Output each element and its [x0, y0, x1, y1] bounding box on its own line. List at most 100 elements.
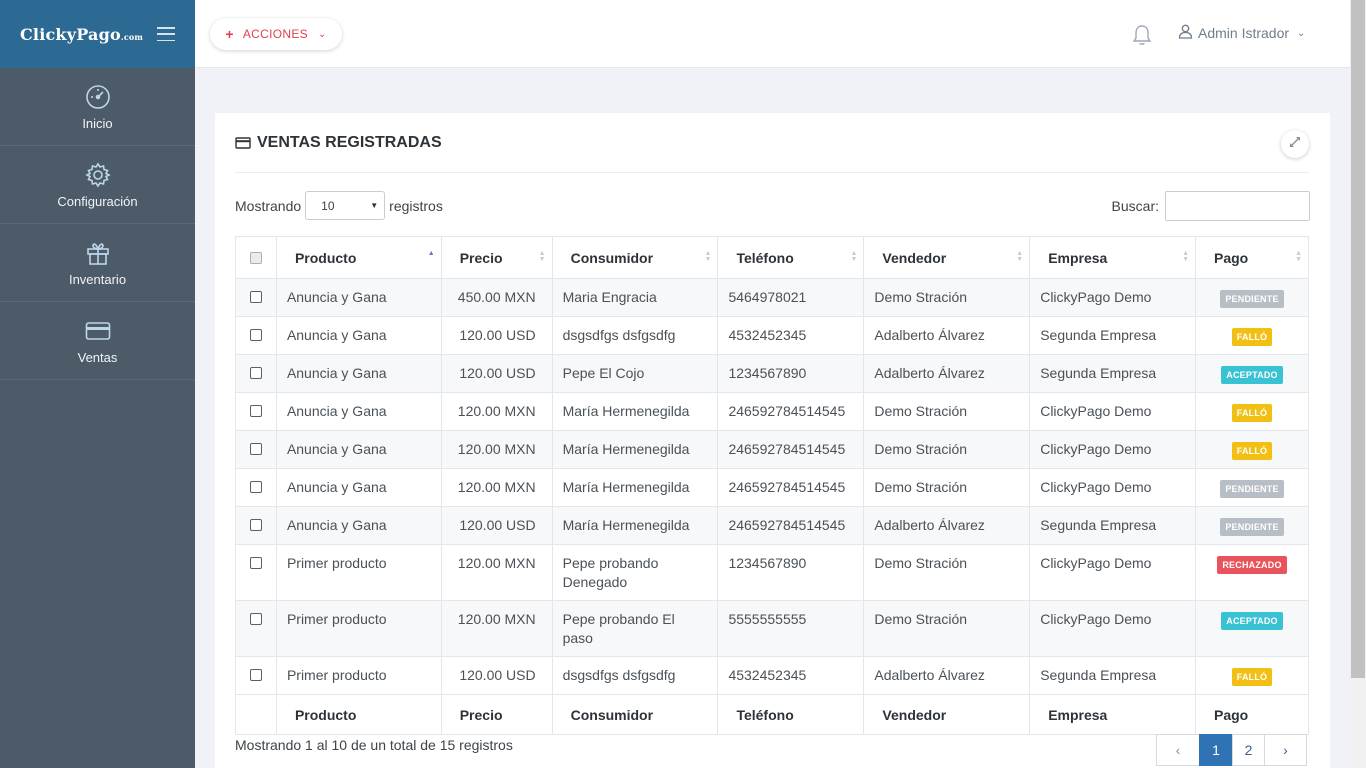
- plus-icon: +: [225, 26, 234, 42]
- cell-consumidor: dsgsdfgs dsfgsdfg: [551, 316, 719, 355]
- cell-consumidor: Pepe El Cojo: [551, 354, 719, 393]
- cell-empresa: Segunda Empresa: [1029, 354, 1196, 393]
- row-select-cell[interactable]: [235, 544, 277, 601]
- sidebar-item-label: Inventario: [68, 272, 127, 287]
- sort-icon: ▲ ▼: [1016, 250, 1024, 263]
- select-all-checkbox[interactable]: [249, 251, 262, 264]
- cell-precio: 120.00 MXN: [440, 600, 553, 657]
- user-icon: [1178, 24, 1193, 42]
- row-checkbox[interactable]: [249, 367, 262, 379]
- cell-precio: 120.00 USD: [440, 656, 553, 695]
- column-header-consumidor[interactable]: Consumidor ▲ ▼: [551, 236, 719, 279]
- expand-button[interactable]: [1281, 130, 1309, 158]
- table-row[interactable]: Anuncia y Gana 120.00 MXN María Hermenegil…: [235, 468, 1309, 507]
- row-checkbox[interactable]: [249, 291, 262, 303]
- row-checkbox[interactable]: [249, 405, 262, 417]
- table-row[interactable]: Anuncia y Gana 120.00 USD María Hermenegil…: [235, 506, 1309, 545]
- table-body: Anuncia y Gana 450.00 MXN Maria Engracia 54…: [235, 278, 1309, 695]
- status-badge: ACEPTADO: [1221, 612, 1283, 630]
- row-select-cell[interactable]: [235, 392, 277, 431]
- status-badge: ACEPTADO: [1221, 366, 1283, 384]
- bell-icon[interactable]: [1132, 24, 1154, 48]
- sort-icon: ▲ ▼: [704, 250, 712, 263]
- cell-consumidor: María Hermenegilda: [551, 506, 719, 545]
- user-name: Admin Istrador: [1198, 25, 1290, 41]
- table-row[interactable]: Primer producto 120.00 MXN Pepe probando E…: [235, 600, 1309, 657]
- table-row[interactable]: Anuncia y Gana 120.00 USD dsgsdfgs dsfgsdf…: [235, 316, 1309, 355]
- footer-header-vendedor: Vendedor: [863, 694, 1031, 735]
- pagination-page-2[interactable]: 2: [1232, 734, 1265, 766]
- row-select-cell[interactable]: [235, 468, 277, 507]
- row-checkbox[interactable]: [249, 613, 262, 625]
- page-title: VENTAS REGISTRADAS: [235, 134, 442, 152]
- cell-producto: Anuncia y Gana: [275, 392, 442, 431]
- row-select-cell[interactable]: [235, 354, 277, 393]
- row-checkbox[interactable]: [249, 481, 262, 493]
- brand-logo[interactable]: ClickyPago.com: [20, 25, 143, 44]
- row-select-cell[interactable]: [235, 430, 277, 469]
- table-row[interactable]: Primer producto 120.00 USD dsgsdfgs dsfgsd…: [235, 656, 1309, 695]
- select-all-cell[interactable]: [235, 236, 277, 279]
- cell-consumidor: Maria Engracia: [551, 278, 719, 317]
- table-header-row: Producto ▲ Precio ▲ ▼ Consumidor ▲ ▼ Teléfono…: [235, 236, 1309, 279]
- row-checkbox[interactable]: [249, 557, 262, 569]
- cell-vendedor: Adalberto Álvarez: [863, 354, 1031, 393]
- cell-pago: FALLÓ: [1195, 392, 1309, 431]
- table-row[interactable]: Anuncia y Gana 120.00 MXN María Hermenegil…: [235, 392, 1309, 431]
- status-badge: PENDIENTE: [1220, 518, 1284, 536]
- page-length-select[interactable]: 10 ▼: [305, 191, 386, 220]
- row-select-cell[interactable]: [235, 506, 277, 545]
- cell-vendedor: Adalberto Álvarez: [863, 656, 1031, 695]
- table-row[interactable]: Anuncia y Gana 120.00 MXN María Hermenegil…: [235, 430, 1309, 469]
- cell-telefono: 1234567890: [717, 354, 865, 393]
- sidebar-item-inventario[interactable]: Inventario: [0, 224, 195, 302]
- cell-precio: 120.00 MXN: [440, 468, 553, 507]
- status-badge: FALLÓ: [1231, 668, 1273, 686]
- row-checkbox[interactable]: [249, 669, 262, 681]
- status-badge: FALLÓ: [1231, 328, 1273, 346]
- column-header-precio[interactable]: Precio ▲ ▼: [440, 236, 553, 279]
- table-row[interactable]: Primer producto 120.00 MXN Pepe probando D…: [235, 544, 1309, 601]
- search-input[interactable]: [1165, 191, 1310, 221]
- column-header-vendedor[interactable]: Vendedor ▲ ▼: [863, 236, 1031, 279]
- page-scrollbar[interactable]: [1350, 0, 1366, 768]
- table-row[interactable]: Anuncia y Gana 450.00 MXN Maria Engracia 54…: [235, 278, 1309, 317]
- user-menu[interactable]: Admin Istrador ⌄: [1178, 24, 1305, 42]
- footer-header-precio: Precio: [440, 694, 553, 735]
- footer-header-consumidor: Consumidor: [551, 694, 719, 735]
- column-header-telefono[interactable]: Teléfono ▲ ▼: [717, 236, 865, 279]
- row-checkbox[interactable]: [249, 329, 262, 341]
- row-select-cell[interactable]: [235, 316, 277, 355]
- sidebar-item-configuracion[interactable]: Configuración: [0, 146, 195, 224]
- cell-precio: 120.00 MXN: [440, 392, 553, 431]
- row-checkbox[interactable]: [249, 443, 262, 455]
- show-suffix: registros: [389, 197, 443, 214]
- search-label: Buscar:: [1111, 198, 1159, 214]
- row-select-cell[interactable]: [235, 656, 277, 695]
- column-header-pago[interactable]: Pago ▲ ▼: [1195, 236, 1309, 279]
- status-badge: RECHAZADO: [1217, 556, 1287, 574]
- row-select-cell[interactable]: [235, 278, 277, 317]
- column-header-producto[interactable]: Producto ▲: [275, 236, 442, 279]
- pagination-next-button[interactable]: ›: [1264, 734, 1307, 766]
- sidebar-item-ventas[interactable]: Ventas: [0, 302, 195, 380]
- cell-consumidor: Pepe probando El paso: [551, 600, 719, 657]
- row-checkbox[interactable]: [249, 519, 262, 531]
- cell-producto: Anuncia y Gana: [275, 506, 442, 545]
- actions-dropdown-button[interactable]: + ACCIONES ⌄: [210, 18, 342, 50]
- cell-vendedor: Demo Stración: [863, 600, 1031, 657]
- pagination-page-1[interactable]: 1: [1199, 734, 1233, 766]
- sales-card: VENTAS REGISTRADAS Mostrando 10 ▼ regist…: [215, 113, 1330, 768]
- sidebar-item-inicio[interactable]: Inicio: [0, 68, 195, 146]
- table-row[interactable]: Anuncia y Gana 120.00 USD Pepe El Cojo 1234…: [235, 354, 1309, 393]
- footer-header-pago: Pago: [1195, 694, 1309, 735]
- cell-producto: Primer producto: [275, 656, 442, 695]
- show-prefix: Mostrando: [235, 197, 302, 214]
- scrollbar-thumb[interactable]: [1351, 0, 1365, 678]
- sidebar-item-label: Inicio: [82, 116, 113, 131]
- menu-toggle-icon[interactable]: [157, 27, 175, 41]
- page-length-control: Mostrando 10 ▼ registros: [235, 191, 443, 220]
- row-select-cell[interactable]: [235, 600, 277, 657]
- pagination-prev-button[interactable]: ‹: [1156, 734, 1200, 766]
- column-header-empresa[interactable]: Empresa ▲ ▼: [1029, 236, 1196, 279]
